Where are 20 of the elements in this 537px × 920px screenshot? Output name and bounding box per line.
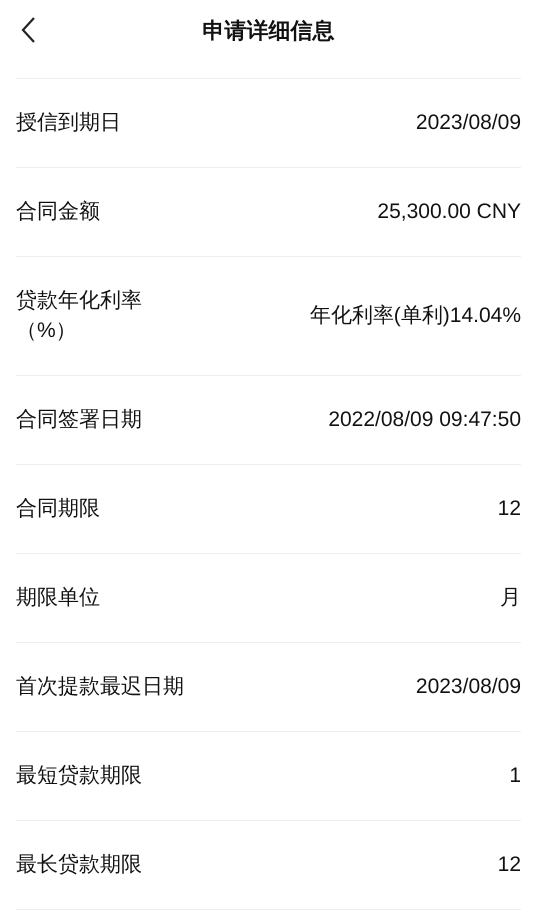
page-title: 申请详细信息 [202, 16, 334, 44]
field-value: 年化利率(单利)14.04% [310, 303, 521, 329]
field-value: 12 [498, 496, 521, 522]
field-label: 首次提款最迟日期 [16, 674, 184, 700]
field-value: 1 [509, 763, 521, 789]
field-label: 最短贷款期限 [16, 763, 142, 789]
field-label: 合同签署日期 [16, 407, 142, 433]
field-value: 月 [500, 585, 521, 611]
field-label: 授信到期日 [16, 110, 121, 136]
field-label: 最长贷款期限 [16, 852, 142, 878]
field-label: 贷款年化利率（%） [16, 288, 143, 344]
field-label: 合同金额 [16, 199, 100, 225]
field-label: 合同期限 [16, 496, 100, 522]
field-value: 2022/08/09 09:47:50 [328, 407, 521, 433]
field-label: 期限单位 [16, 585, 100, 611]
field-value: 25,300.00 CNY [377, 199, 521, 225]
field-value: 2023/08/09 [416, 110, 521, 136]
field-value: 12 [498, 852, 521, 878]
field-value: 2023/08/09 [416, 674, 521, 700]
back-icon [20, 16, 36, 44]
